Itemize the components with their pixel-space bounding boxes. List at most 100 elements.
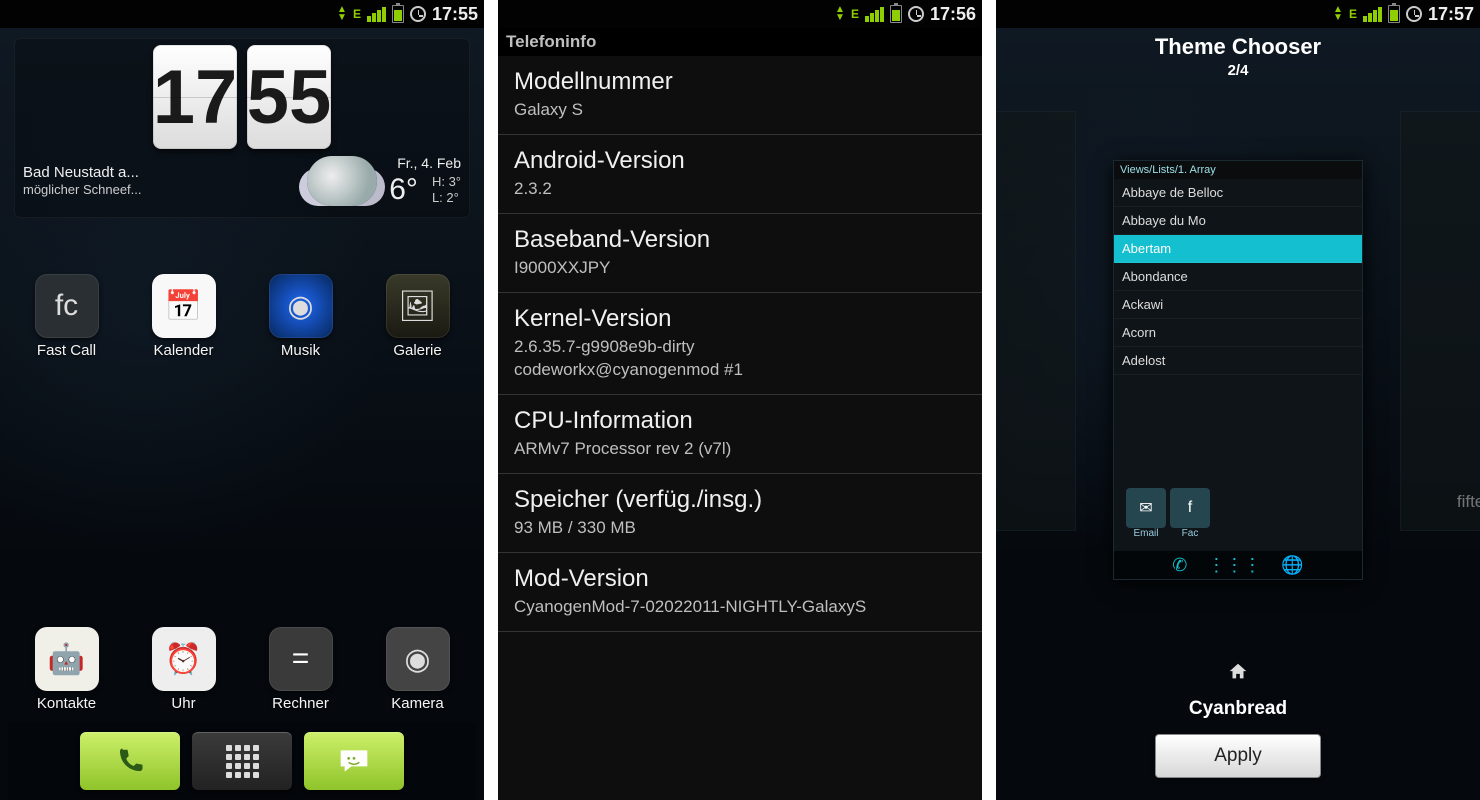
battery-icon xyxy=(1388,5,1400,23)
network-type: E xyxy=(353,7,361,21)
preview-list-item: Abbaye du Mo xyxy=(1114,207,1362,235)
theme-counter: 2/4 xyxy=(996,62,1480,79)
page-title: Telefoninfo xyxy=(498,28,982,56)
flip-minute: 55 xyxy=(247,45,331,149)
themechooser-phone: ▲▼ E 17:57 Theme Chooser 2/4 fifteen Vie… xyxy=(996,0,1480,800)
settings-key: Modellnummer xyxy=(514,68,966,96)
battery-icon xyxy=(392,5,404,23)
theme-card-current[interactable]: Views/Lists/1. Array Abbaye de BellocAbb… xyxy=(1113,160,1363,580)
settings-row[interactable]: ModellnummerGalaxy S xyxy=(498,56,982,135)
signal-icon xyxy=(1363,7,1382,22)
preview-list-item: Abondance xyxy=(1114,263,1362,291)
app-music[interactable]: ◉Musik xyxy=(246,274,356,359)
music-icon: ◉ xyxy=(269,274,333,338)
theme-name: Cyanbread xyxy=(996,692,1480,720)
contacts-icon: 🤖 xyxy=(35,627,99,691)
settings-value: CyanogenMod-7-02022011-NIGHTLY-GalaxyS xyxy=(514,596,966,619)
preview-list-item: Adelost xyxy=(1114,347,1362,375)
app-camera[interactable]: ◉Kamera xyxy=(363,627,473,712)
settings-value: ARMv7 Processor rev 2 (v7l) xyxy=(514,438,966,461)
preview-list-item: Acorn xyxy=(1114,319,1362,347)
browser-icon: 🌐 xyxy=(1281,555,1303,576)
preview-app-label: Fac xyxy=(1170,528,1210,539)
settings-row[interactable]: Mod-Version CyanogenMod-7-02022011-NIGHTL… xyxy=(498,553,982,632)
settings-row[interactable]: Android-Version 2.3.2 xyxy=(498,135,982,214)
preview-list-item: Abertam xyxy=(1114,235,1362,263)
dock-phone-button[interactable] xyxy=(80,732,180,790)
calculator-icon: = xyxy=(269,627,333,691)
flip-hour: 17 xyxy=(153,45,237,149)
settings-value: 2.6.35.7-g9908e9b-dirty codeworkx@cyanog… xyxy=(514,336,966,382)
theme-chooser-header: Theme Chooser 2/4 xyxy=(996,28,1480,81)
weather-location: Bad Neustadt a... xyxy=(23,164,303,183)
theme-carousel[interactable]: fifteen Views/Lists/1. Array Abbaye de B… xyxy=(996,81,1480,659)
data-arrows-icon: ▲▼ xyxy=(337,6,347,22)
settings-key: Speicher (verfüg./insg.) xyxy=(514,486,966,514)
settings-list[interactable]: ModellnummerGalaxy S Android-Version 2.3.2… xyxy=(498,56,982,800)
fast-call-icon: fc xyxy=(35,274,99,338)
dock xyxy=(8,722,476,800)
app-calculator[interactable]: =Rechner xyxy=(246,627,356,712)
alarm-icon xyxy=(1406,6,1422,22)
preview-list-item: Abbaye de Belloc xyxy=(1114,179,1362,207)
clock-weather-widget[interactable]: 17 55 Bad Neustadt a... möglicher Schnee… xyxy=(14,38,470,218)
data-arrows-icon: ▲▼ xyxy=(835,6,845,22)
settings-key: Kernel-Version xyxy=(514,305,966,333)
theme-card-prev[interactable] xyxy=(996,111,1076,531)
preview-list: Abbaye de BellocAbbaye du MoAbertamAbond… xyxy=(1114,179,1362,375)
app-row-2: 🤖Kontakte ⏰Uhr =Rechner ◉Kamera xyxy=(8,625,476,718)
app-gallery[interactable]: 🖼Galerie xyxy=(363,274,473,359)
status-clock: 17:55 xyxy=(432,4,478,25)
phone-icon: ✆ xyxy=(1172,555,1187,576)
app-row-1: fcFast Call 📅Kalender ◉Musik 🖼Galerie xyxy=(8,272,476,365)
settings-key: Mod-Version xyxy=(514,565,966,593)
home-indicator[interactable] xyxy=(996,659,1480,692)
homescreen-phone: ▲▼ E 17:55 17 55 Bad Neustadt a... mögli… xyxy=(0,0,484,800)
preview-app-icon: f xyxy=(1170,488,1210,528)
status-bar[interactable]: ▲▼ E 17:57 xyxy=(996,0,1480,28)
signal-icon xyxy=(367,7,386,22)
weather-conditions: möglicher Schneef... xyxy=(23,182,303,198)
preview-app-row: ✉EmailfFac xyxy=(1120,482,1216,545)
status-clock: 17:56 xyxy=(930,4,976,25)
dock-messages-button[interactable] xyxy=(304,732,404,790)
battery-icon xyxy=(890,5,902,23)
preview-app-label: Email xyxy=(1126,528,1166,539)
phoneinfo-phone: ▲▼ E 17:56 Telefoninfo ModellnummerGalax… xyxy=(498,0,982,800)
alarm-icon xyxy=(908,6,924,22)
settings-row[interactable]: Speicher (verfüg./insg.) 93 MB / 330 MB xyxy=(498,474,982,553)
status-clock: 17:57 xyxy=(1428,4,1474,25)
page-title: Theme Chooser xyxy=(996,34,1480,60)
app-fast-call[interactable]: fcFast Call xyxy=(12,274,122,359)
preview-list-item: Ackawi xyxy=(1114,291,1362,319)
settings-key: Baseband-Version xyxy=(514,226,966,254)
apply-button[interactable]: Apply xyxy=(1155,734,1321,778)
settings-row[interactable]: CPU-Information ARMv7 Processor rev 2 (v… xyxy=(498,395,982,474)
clock-icon: ⏰ xyxy=(152,627,216,691)
app-calendar[interactable]: 📅Kalender xyxy=(129,274,239,359)
app-clock[interactable]: ⏰Uhr xyxy=(129,627,239,712)
weather-icon xyxy=(307,156,377,206)
weather-date: Fr., 4. Feb xyxy=(381,155,461,171)
gallery-icon: 🖼 xyxy=(386,274,450,338)
apps-icon: ⋮⋮⋮ xyxy=(1207,555,1261,576)
settings-value: 93 MB / 330 MB xyxy=(514,517,966,540)
calendar-icon: 📅 xyxy=(152,274,216,338)
network-type: E xyxy=(1349,7,1357,21)
settings-key: Android-Version xyxy=(514,147,966,175)
network-type: E xyxy=(851,7,859,21)
dock-apps-button[interactable] xyxy=(192,732,292,790)
settings-row[interactable]: Baseband-VersionI9000XXJPY xyxy=(498,214,982,293)
status-bar[interactable]: ▲▼ E 17:55 xyxy=(0,0,484,28)
preview-navbar: ✆ ⋮⋮⋮ 🌐 xyxy=(1114,551,1362,579)
data-arrows-icon: ▲▼ xyxy=(1333,6,1343,22)
preview-header: Views/Lists/1. Array xyxy=(1114,161,1362,179)
theme-card-next[interactable]: fifteen xyxy=(1400,111,1480,531)
settings-key: CPU-Information xyxy=(514,407,966,435)
settings-value: 2.3.2 xyxy=(514,178,966,201)
settings-row[interactable]: Kernel-Version 2.6.35.7-g9908e9b-dirty co… xyxy=(498,293,982,395)
theme-name-next: fifteen xyxy=(1401,492,1480,512)
signal-icon xyxy=(865,7,884,22)
status-bar[interactable]: ▲▼ E 17:56 xyxy=(498,0,982,28)
app-contacts[interactable]: 🤖Kontakte xyxy=(12,627,122,712)
